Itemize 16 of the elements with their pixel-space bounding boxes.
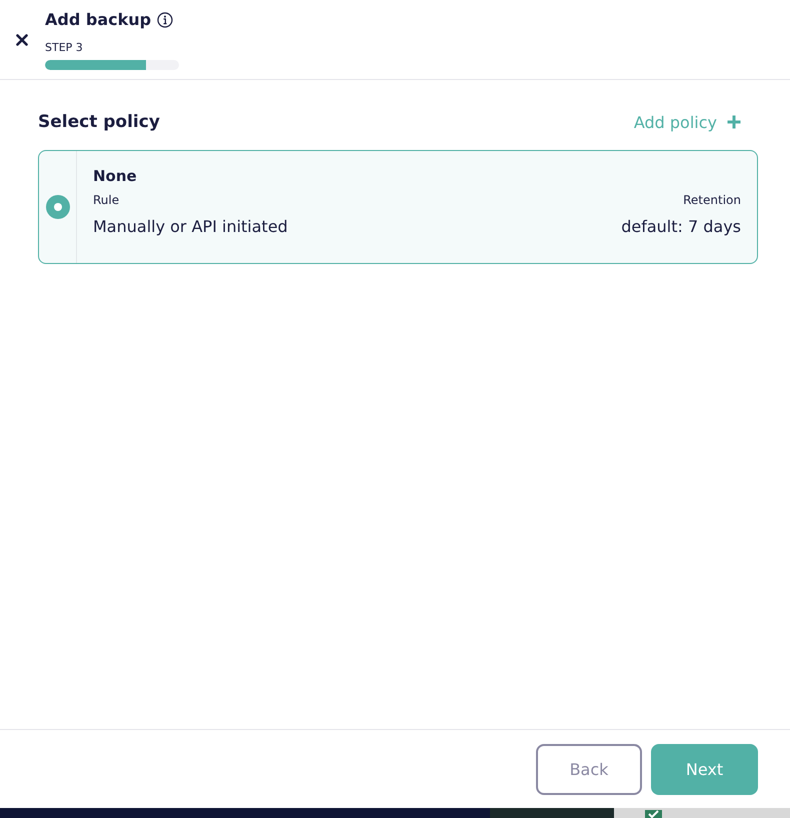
- policy-name: None: [93, 167, 137, 185]
- dialog-title: Add backup: [45, 10, 152, 29]
- radio-selected-icon[interactable]: [46, 195, 70, 219]
- rule-value: Manually or API initiated: [93, 217, 288, 236]
- add-policy-link[interactable]: Add policy: [634, 112, 741, 132]
- next-button[interactable]: Next: [651, 744, 758, 794]
- info-icon[interactable]: [157, 12, 174, 28]
- rule-label: Rule: [93, 193, 120, 207]
- retention-value: default: 7 days: [621, 217, 741, 236]
- policy-card[interactable]: None Rule Manually or API initiated Retention default: 7 days: [38, 150, 758, 264]
- retention-label: Retention: [683, 193, 741, 207]
- plus-icon: [727, 115, 741, 129]
- back-button[interactable]: Back: [536, 744, 642, 794]
- section-title: Select policy: [38, 112, 160, 132]
- close-icon[interactable]: [16, 34, 28, 46]
- step-label: STEP 3: [45, 41, 83, 54]
